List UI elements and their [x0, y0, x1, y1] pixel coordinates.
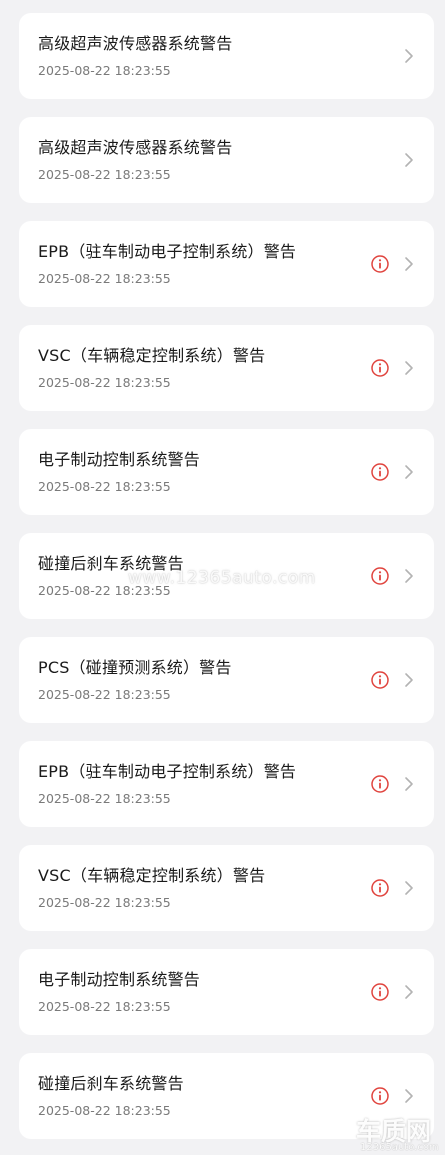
warning-info-icon[interactable]: [371, 879, 389, 897]
alert-title: 电子制动控制系统警告: [38, 970, 201, 989]
alert-title: 高级超声波传感器系统警告: [38, 138, 233, 157]
alert-title: EPB（驻车制动电子控制系统）警告: [38, 762, 297, 781]
chevron-right-icon: [405, 361, 413, 375]
alert-card[interactable]: 电子制动控制系统警告 2025-08-22 18:23:55: [19, 949, 434, 1035]
chevron-right-icon: [405, 673, 413, 687]
alert-card[interactable]: EPB（驻车制动电子控制系统）警告 2025-08-22 18:23:55: [19, 221, 434, 307]
alert-timestamp: 2025-08-22 18:23:55: [38, 375, 171, 390]
alert-timestamp: 2025-08-22 18:23:55: [38, 271, 171, 286]
chevron-right-icon: [405, 881, 413, 895]
alert-title: 碰撞后刹车系统警告: [38, 554, 184, 573]
warning-info-icon[interactable]: [371, 983, 389, 1001]
alert-card[interactable]: 碰撞后刹车系统警告 2025-08-22 18:23:55: [19, 533, 434, 619]
alert-card[interactable]: EPB（驻车制动电子控制系统）警告 2025-08-22 18:23:55: [19, 741, 434, 827]
chevron-right-icon: [405, 465, 413, 479]
alert-timestamp: 2025-08-22 18:23:55: [38, 479, 171, 494]
alert-title: 电子制动控制系统警告: [38, 450, 201, 469]
alert-timestamp: 2025-08-22 18:23:55: [38, 63, 171, 78]
warning-info-icon[interactable]: [371, 1087, 389, 1105]
alert-card[interactable]: 高级超声波传感器系统警告 2025-08-22 18:23:55: [19, 13, 434, 99]
alert-card[interactable]: VSC（车辆稳定控制系统）警告 2025-08-22 18:23:55: [19, 325, 434, 411]
alert-timestamp: 2025-08-22 18:23:55: [38, 687, 171, 702]
alert-title: PCS（碰撞预测系统）警告: [38, 658, 232, 677]
warning-info-icon[interactable]: [371, 567, 389, 585]
alert-timestamp: 2025-08-22 18:23:55: [38, 167, 171, 182]
alert-title: VSC（车辆稳定控制系统）警告: [38, 346, 266, 365]
alert-card[interactable]: 高级超声波传感器系统警告 2025-08-22 18:23:55: [19, 117, 434, 203]
chevron-right-icon: [405, 777, 413, 791]
chevron-right-icon: [405, 985, 413, 999]
chevron-right-icon: [405, 153, 413, 167]
warning-info-icon[interactable]: [371, 463, 389, 481]
warning-info-icon[interactable]: [371, 359, 389, 377]
alert-timestamp: 2025-08-22 18:23:55: [38, 791, 171, 806]
alert-timestamp: 2025-08-22 18:23:55: [38, 999, 171, 1014]
warning-info-icon[interactable]: [371, 775, 389, 793]
alert-timestamp: 2025-08-22 18:23:55: [38, 583, 171, 598]
chevron-right-icon: [405, 257, 413, 271]
chevron-right-icon: [405, 49, 413, 63]
alert-card[interactable]: PCS（碰撞预测系统）警告 2025-08-22 18:23:55: [19, 637, 434, 723]
alert-title: EPB（驻车制动电子控制系统）警告: [38, 242, 297, 261]
chevron-right-icon: [405, 1089, 413, 1103]
chevron-right-icon: [405, 569, 413, 583]
alert-timestamp: 2025-08-22 18:23:55: [38, 1103, 171, 1118]
alert-card[interactable]: 碰撞后刹车系统警告 2025-08-22 18:23:55: [19, 1053, 434, 1139]
alert-card[interactable]: VSC（车辆稳定控制系统）警告 2025-08-22 18:23:55: [19, 845, 434, 931]
alert-title: VSC（车辆稳定控制系统）警告: [38, 866, 266, 885]
corner-logo-url: 12365auto.com: [360, 1142, 439, 1153]
alert-title: 碰撞后刹车系统警告: [38, 1074, 184, 1093]
alert-card[interactable]: 电子制动控制系统警告 2025-08-22 18:23:55: [19, 429, 434, 515]
warning-info-icon[interactable]: [371, 671, 389, 689]
alert-timestamp: 2025-08-22 18:23:55: [38, 895, 171, 910]
alert-title: 高级超声波传感器系统警告: [38, 34, 233, 53]
warning-info-icon[interactable]: [371, 255, 389, 273]
